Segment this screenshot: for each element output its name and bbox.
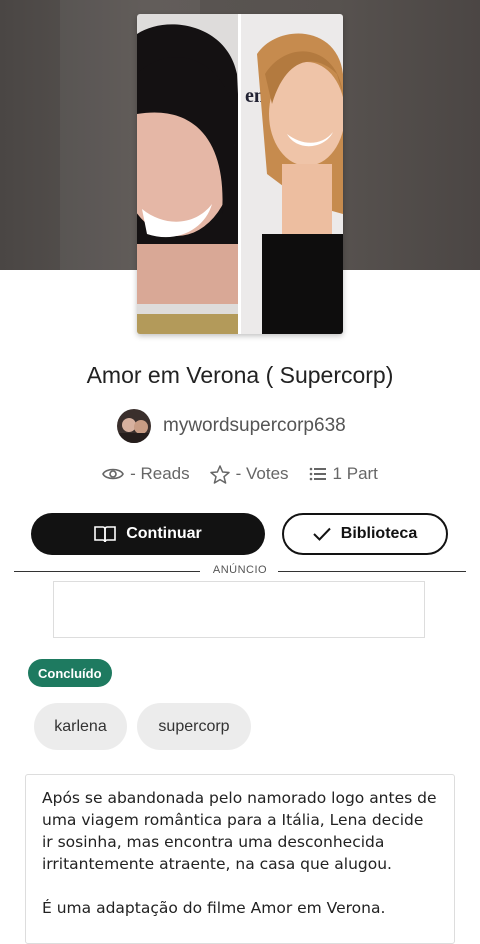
- parts-stat[interactable]: 1 Part: [309, 464, 378, 484]
- story-cover[interactable]: en: [137, 14, 343, 334]
- star-icon: [209, 464, 230, 484]
- ad-label: ANÚNCIO: [212, 564, 268, 576]
- list-icon: [309, 467, 326, 481]
- eye-icon: [102, 468, 124, 480]
- ad-slot[interactable]: [53, 581, 425, 638]
- reads-label: - Reads: [130, 464, 190, 483]
- library-button-label: Biblioteca: [340, 525, 418, 542]
- votes-label: - Votes: [235, 464, 289, 483]
- add-to-library-button[interactable]: Biblioteca: [282, 513, 448, 555]
- description-paragraph: É uma adaptação do filme Amor em Verona.: [42, 899, 386, 917]
- continue-reading-button[interactable]: Continuar: [31, 513, 265, 555]
- continue-button-label: Continuar: [126, 525, 202, 542]
- checkmark-icon: [313, 527, 331, 541]
- tag-chip[interactable]: karlena: [34, 703, 127, 750]
- story-stats: - Reads - Votes 1 Part: [0, 464, 480, 484]
- book-open-icon: [94, 526, 117, 543]
- author-avatar[interactable]: [117, 409, 151, 443]
- description-paragraph: Após se abandonada pelo namorado logo an…: [42, 789, 437, 873]
- reads-stat: - Reads: [102, 464, 190, 484]
- author-row[interactable]: mywordsupercorp638: [117, 407, 346, 445]
- story-title: Amor em Verona ( Supercorp): [86, 362, 394, 388]
- story-description: Após se abandonada pelo namorado logo an…: [25, 774, 455, 944]
- parts-label: 1 Part: [332, 464, 378, 483]
- status-badge: Concluído: [28, 659, 112, 687]
- author-name[interactable]: mywordsupercorp638: [163, 415, 346, 437]
- votes-stat: - Votes: [209, 464, 289, 484]
- tag-chip[interactable]: supercorp: [137, 703, 251, 750]
- cover-image: en: [137, 14, 343, 334]
- ad-separator: ANÚNCIO: [14, 564, 466, 578]
